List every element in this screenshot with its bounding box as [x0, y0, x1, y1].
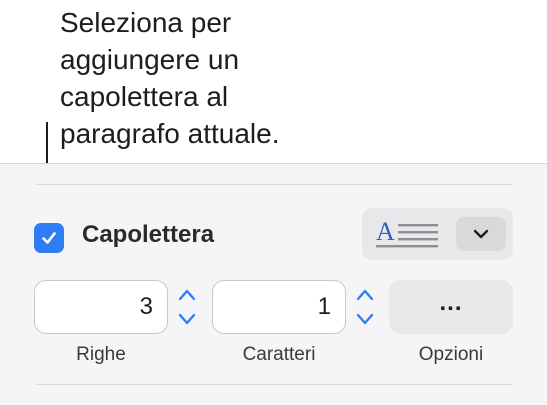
- stepper-up-icon: [356, 289, 374, 301]
- style-dropdown-button[interactable]: [456, 217, 506, 251]
- divider-top: [36, 184, 513, 185]
- options-caption: Opzioni: [418, 344, 484, 365]
- lines-stepper[interactable]: [175, 284, 199, 330]
- characters-field[interactable]: 1: [212, 280, 346, 334]
- chevron-down-icon: [473, 229, 489, 239]
- dropcap-style-icon[interactable]: A: [376, 218, 440, 252]
- svg-text:A: A: [376, 218, 395, 246]
- checkmark-icon: [42, 232, 56, 244]
- stepper-down-icon: [178, 313, 196, 325]
- callout-text: Seleziona per aggiungere un capolettera …: [60, 7, 280, 149]
- drop-cap-label: Capolettera: [82, 221, 215, 248]
- drop-cap-panel: Capolettera A 3 1 ... Righe Caratteri Op…: [0, 163, 547, 405]
- lines-caption: Righe: [76, 344, 126, 365]
- stepper-up-icon: [178, 289, 196, 301]
- characters-caption: Caratteri: [242, 344, 316, 365]
- options-button[interactable]: ...: [389, 280, 513, 334]
- lines-field[interactable]: 3: [34, 280, 168, 334]
- drop-cap-style-selector[interactable]: A: [362, 208, 513, 260]
- divider-bottom: [36, 384, 513, 385]
- drop-cap-checkbox[interactable]: [34, 223, 64, 253]
- stepper-down-icon: [356, 313, 374, 325]
- characters-stepper[interactable]: [353, 284, 377, 330]
